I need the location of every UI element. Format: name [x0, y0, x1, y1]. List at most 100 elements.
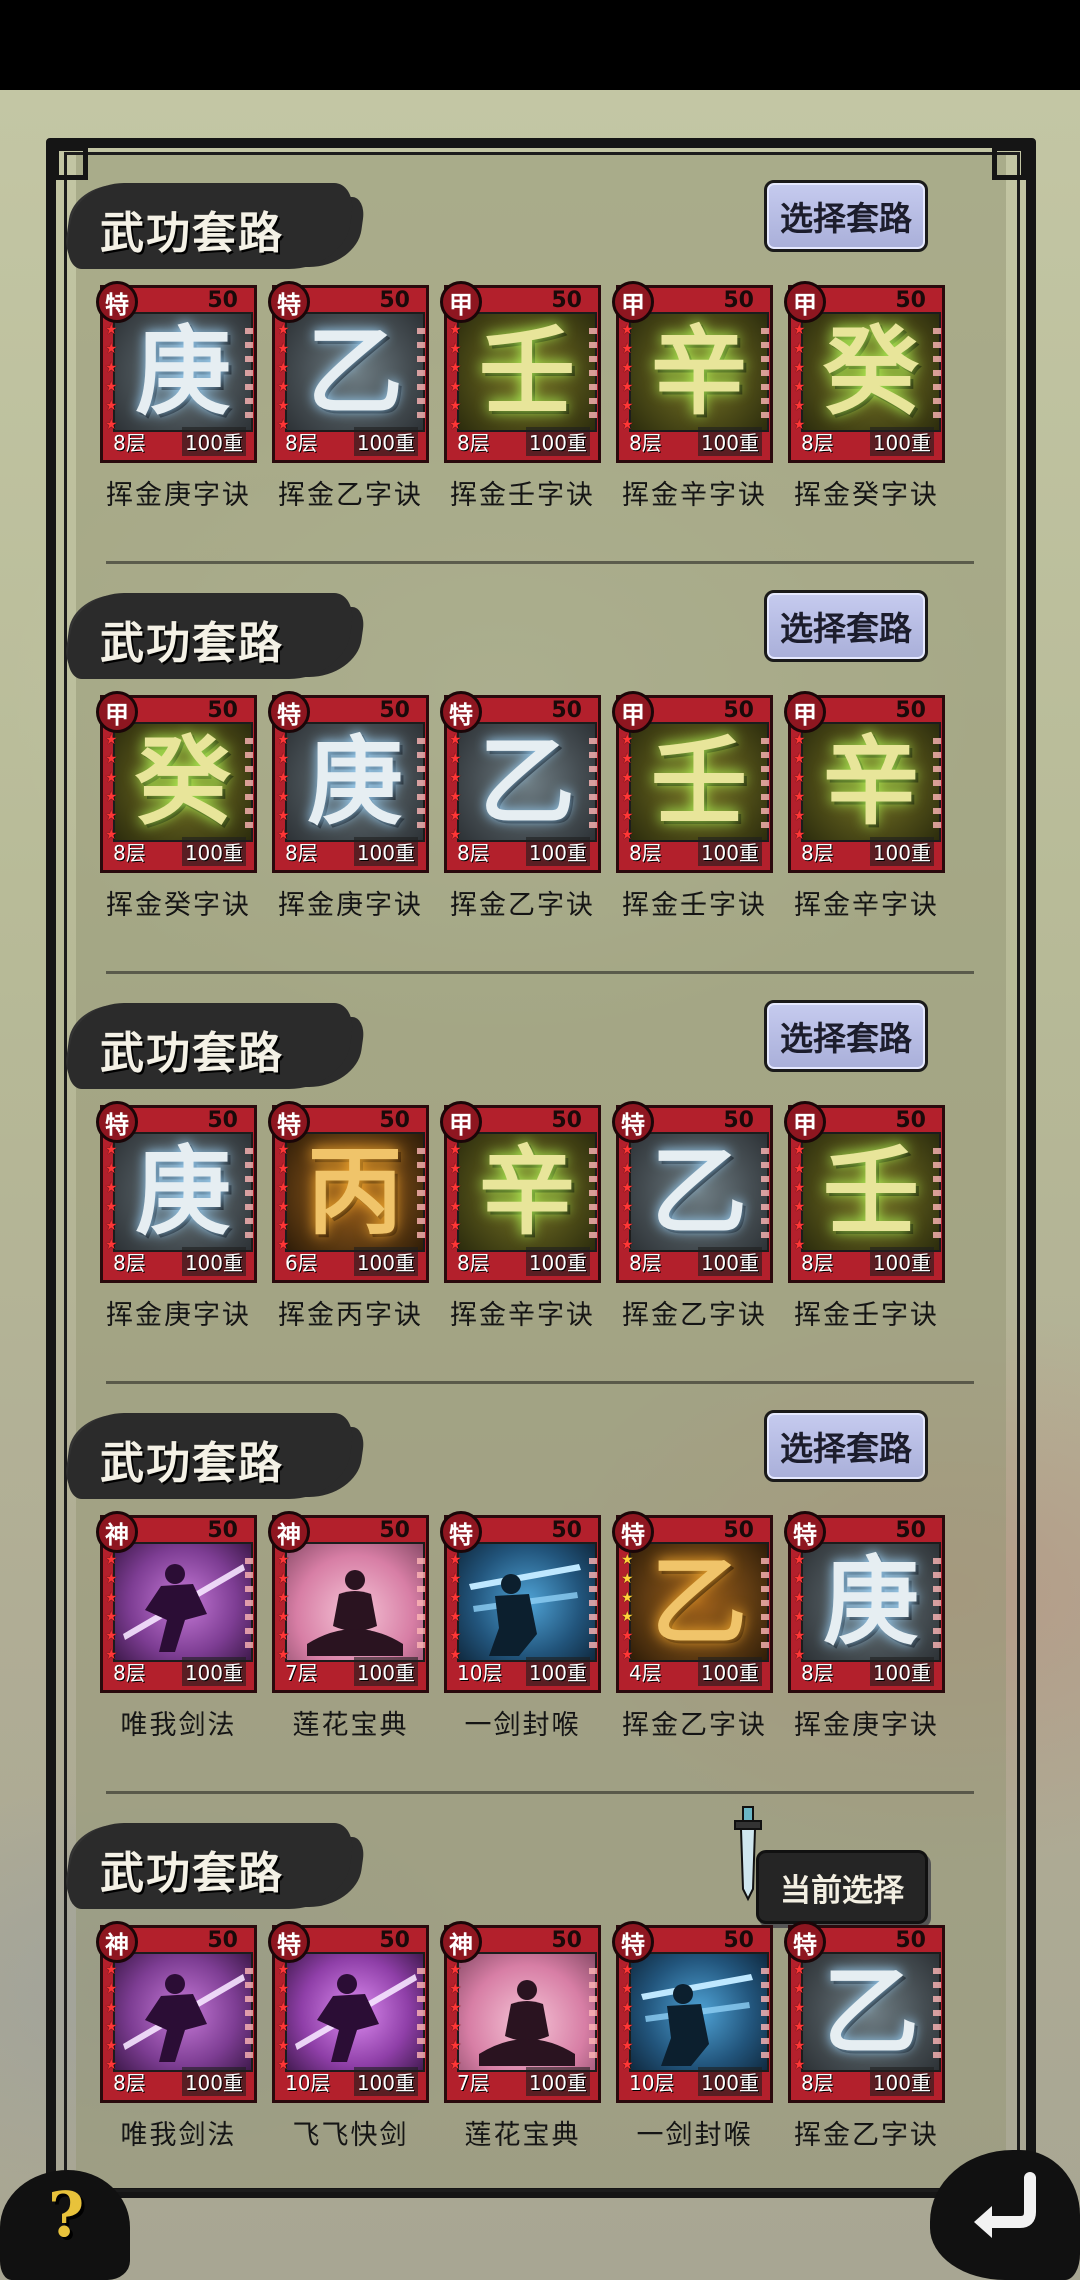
card-level: 8层 [113, 841, 146, 865]
card-level: 7层 [457, 2071, 490, 2095]
skill-card[interactable]: 壬 ★ ★ ★ ★ ★ ★ 50 8层 100重甲挥金壬字诀 [440, 281, 601, 517]
select-routine-button[interactable]: 选择套路 [764, 590, 928, 662]
skill-name: 一剑封喉 [464, 1710, 581, 1741]
skill-card[interactable]: 丙 ★ ★ ★ ★ ★ ★ 50 6层 100重特挥金丙字诀 [268, 1101, 429, 1337]
routine-section: 武功套路 选择套路庚 ★ ★ ★ ★ ★ ★ 50 8层 100重 特挥金庚字诀 乙 ★ ★ ★ ★ ★ ★ 50 8层… [60, 165, 1020, 575]
card-edge-decoration [417, 1558, 425, 1648]
skill-name: 挥金乙字诀 [450, 890, 595, 921]
skill-card[interactable]: 壬 ★ ★ ★ ★ ★ ★ 50 8层 100重甲挥金壬字诀 [784, 1101, 945, 1337]
star-rating: ★ ★ ★ ★ ★ ★ [105, 732, 118, 843]
card-cost: 50 [379, 698, 410, 723]
card-level: 8层 [457, 841, 490, 865]
star-icon: ★ [449, 1962, 462, 1978]
card-edge-decoration [933, 1558, 941, 1648]
star-icon: ★ [277, 770, 290, 786]
star-icon: ★ [277, 322, 290, 338]
skill-art: 辛 [629, 312, 769, 432]
skill-art: 辛 [457, 1132, 597, 1252]
swordsman-silhouette-icon [479, 1980, 575, 2066]
star-icon: ★ [793, 1180, 806, 1196]
rank-badge: 特 [268, 1101, 310, 1143]
star-icon: ★ [105, 1571, 118, 1587]
skill-card[interactable]: 庚 ★ ★ ★ ★ ★ ★ 50 8层 100重特挥金庚字诀 [268, 691, 429, 927]
skill-art [629, 1952, 769, 2072]
skill-glyph: 乙 [307, 315, 403, 428]
star-icon: ★ [105, 1142, 118, 1158]
section-title: 武功套路 [63, 175, 360, 275]
star-icon: ★ [449, 1552, 462, 1568]
card-edge-decoration [417, 328, 425, 418]
skill-name: 莲花宝典 [292, 1710, 409, 1741]
star-rating: ★ ★ ★ ★ ★ ★ [621, 322, 634, 433]
skill-card[interactable]: ★ ★ ★ ★ ★ ★ 50 10层 100重特飞飞快剑 [268, 1921, 429, 2157]
skill-art: 乙 [629, 1132, 769, 1252]
star-icon: ★ [621, 379, 634, 395]
star-icon: ★ [449, 1142, 462, 1158]
routine-section: 武功套路 选择套路庚 ★ ★ ★ ★ ★ ★ 50 8层 100重 特挥金庚字诀 丙 ★ ★ ★ ★ ★ ★ 50 6层… [60, 985, 1020, 1395]
skill-card[interactable]: ★ ★ ★ ★ ★ ★ 50 8层 100重神唯我剑法 [96, 1921, 257, 2157]
card-edge-decoration [761, 1968, 769, 2058]
back-button[interactable] [930, 2140, 1080, 2280]
skill-card[interactable]: 乙 ★ ★ ★ ★ ★ ★ 50 8层 100重特挥金乙字诀 [268, 281, 429, 517]
rank-badge: 甲 [784, 1101, 826, 1143]
select-routine-button[interactable]: 选择套路 [764, 1000, 928, 1072]
star-icon: ★ [449, 1180, 462, 1196]
card-level: 8层 [113, 1661, 146, 1685]
skill-name: 挥金乙字诀 [622, 1300, 767, 1331]
skill-name: 挥金乙字诀 [278, 480, 423, 511]
routine-section: 武功套路 选择套路癸 ★ ★ ★ ★ ★ ★ 50 8层 100重 甲挥金癸字诀 庚 ★ ★ ★ ★ ★ ★ 50 8层… [60, 575, 1020, 985]
skill-card[interactable]: 庚 ★ ★ ★ ★ ★ ★ 50 8层 100重特挥金庚字诀 [96, 1101, 257, 1337]
card-edge-decoration [589, 1148, 597, 1238]
star-rating: ★ ★ ★ ★ ★ ★ [621, 1142, 634, 1253]
skill-name: 一剑封喉 [636, 2120, 753, 2151]
card-edge-decoration [761, 1148, 769, 1238]
card-edge-decoration [245, 1968, 253, 2058]
skill-card[interactable]: 乙 ★ ★ ★ ★ ★ ★ 50 8层 100重特挥金乙字诀 [440, 691, 601, 927]
skill-card[interactable]: 癸 ★ ★ ★ ★ ★ ★ 50 8层 100重甲挥金癸字诀 [784, 281, 945, 517]
skill-card[interactable]: 癸 ★ ★ ★ ★ ★ ★ 50 8层 100重甲挥金癸字诀 [96, 691, 257, 927]
star-icon: ★ [105, 1590, 118, 1606]
select-routine-button[interactable]: 选择套路 [764, 180, 928, 252]
skill-card[interactable]: 辛 ★ ★ ★ ★ ★ ★ 50 8层 100重甲挥金辛字诀 [440, 1101, 601, 1337]
skill-card[interactable]: ★ ★ ★ ★ ★ ★ 50 10层 100重特一剑封喉 [440, 1511, 601, 1747]
star-icon: ★ [277, 1142, 290, 1158]
skill-glyph: 庚 [135, 1135, 231, 1248]
card-edge-decoration [417, 1968, 425, 2058]
help-button[interactable]: ? [0, 2150, 130, 2280]
skill-card[interactable]: ★ ★ ★ ★ ★ ★ 50 7层 100重神莲花宝典 [440, 1921, 601, 2157]
star-icon: ★ [449, 808, 462, 824]
sword-pointer-icon [734, 1806, 762, 1902]
skill-card[interactable]: 乙 ★ ★ ★ ★ ★ ★ 50 4层 100重特挥金乙字诀 [612, 1511, 773, 1747]
skill-card[interactable]: 乙 ★ ★ ★ ★ ★ ★ 50 8层 100重特挥金乙字诀 [784, 1921, 945, 2157]
star-icon: ★ [105, 1962, 118, 1978]
star-icon: ★ [449, 398, 462, 414]
card-level: 8层 [629, 1251, 662, 1275]
star-icon: ★ [621, 1962, 634, 1978]
star-icon: ★ [793, 2038, 806, 2054]
star-icon: ★ [105, 1199, 118, 1215]
card-edge-decoration [589, 738, 597, 828]
skill-card[interactable]: 壬 ★ ★ ★ ★ ★ ★ 50 8层 100重甲挥金壬字诀 [612, 691, 773, 927]
skill-glyph: 辛 [823, 725, 919, 838]
star-icon: ★ [277, 398, 290, 414]
section-title-text: 武功套路 [100, 1028, 284, 1079]
section-title: 武功套路 [63, 995, 360, 1095]
skill-card[interactable]: ★ ★ ★ ★ ★ ★ 50 7层 100重神莲花宝典 [268, 1511, 429, 1747]
skill-card[interactable]: 庚 ★ ★ ★ ★ ★ ★ 50 8层 100重特挥金庚字诀 [784, 1511, 945, 1747]
star-icon: ★ [277, 1981, 290, 1997]
skill-card[interactable]: ★ ★ ★ ★ ★ ★ 50 10层 100重特一剑封喉 [612, 1921, 773, 2157]
card-level: 8层 [285, 431, 318, 455]
select-routine-button[interactable]: 选择套路 [764, 1410, 928, 1482]
skill-card[interactable]: 辛 ★ ★ ★ ★ ★ ★ 50 8层 100重甲挥金辛字诀 [784, 691, 945, 927]
swordsman-silhouette-icon [123, 1564, 245, 1652]
card-weight: 100重 [869, 1247, 934, 1276]
skill-card[interactable]: ★ ★ ★ ★ ★ ★ 50 8层 100重神唯我剑法 [96, 1511, 257, 1747]
star-icon: ★ [277, 1218, 290, 1234]
skill-card[interactable]: 庚 ★ ★ ★ ★ ★ ★ 50 8层 100重特挥金庚字诀 [96, 281, 257, 517]
skill-card[interactable]: 辛 ★ ★ ★ ★ ★ ★ 50 8层 100重甲挥金辛字诀 [612, 281, 773, 517]
skill-card[interactable]: 乙 ★ ★ ★ ★ ★ ★ 50 8层 100重特挥金乙字诀 [612, 1101, 773, 1337]
card-edge-decoration [589, 328, 597, 418]
card-level: 10层 [457, 1661, 503, 1685]
card-edge-decoration [933, 1968, 941, 2058]
skill-glyph: 癸 [135, 725, 231, 838]
